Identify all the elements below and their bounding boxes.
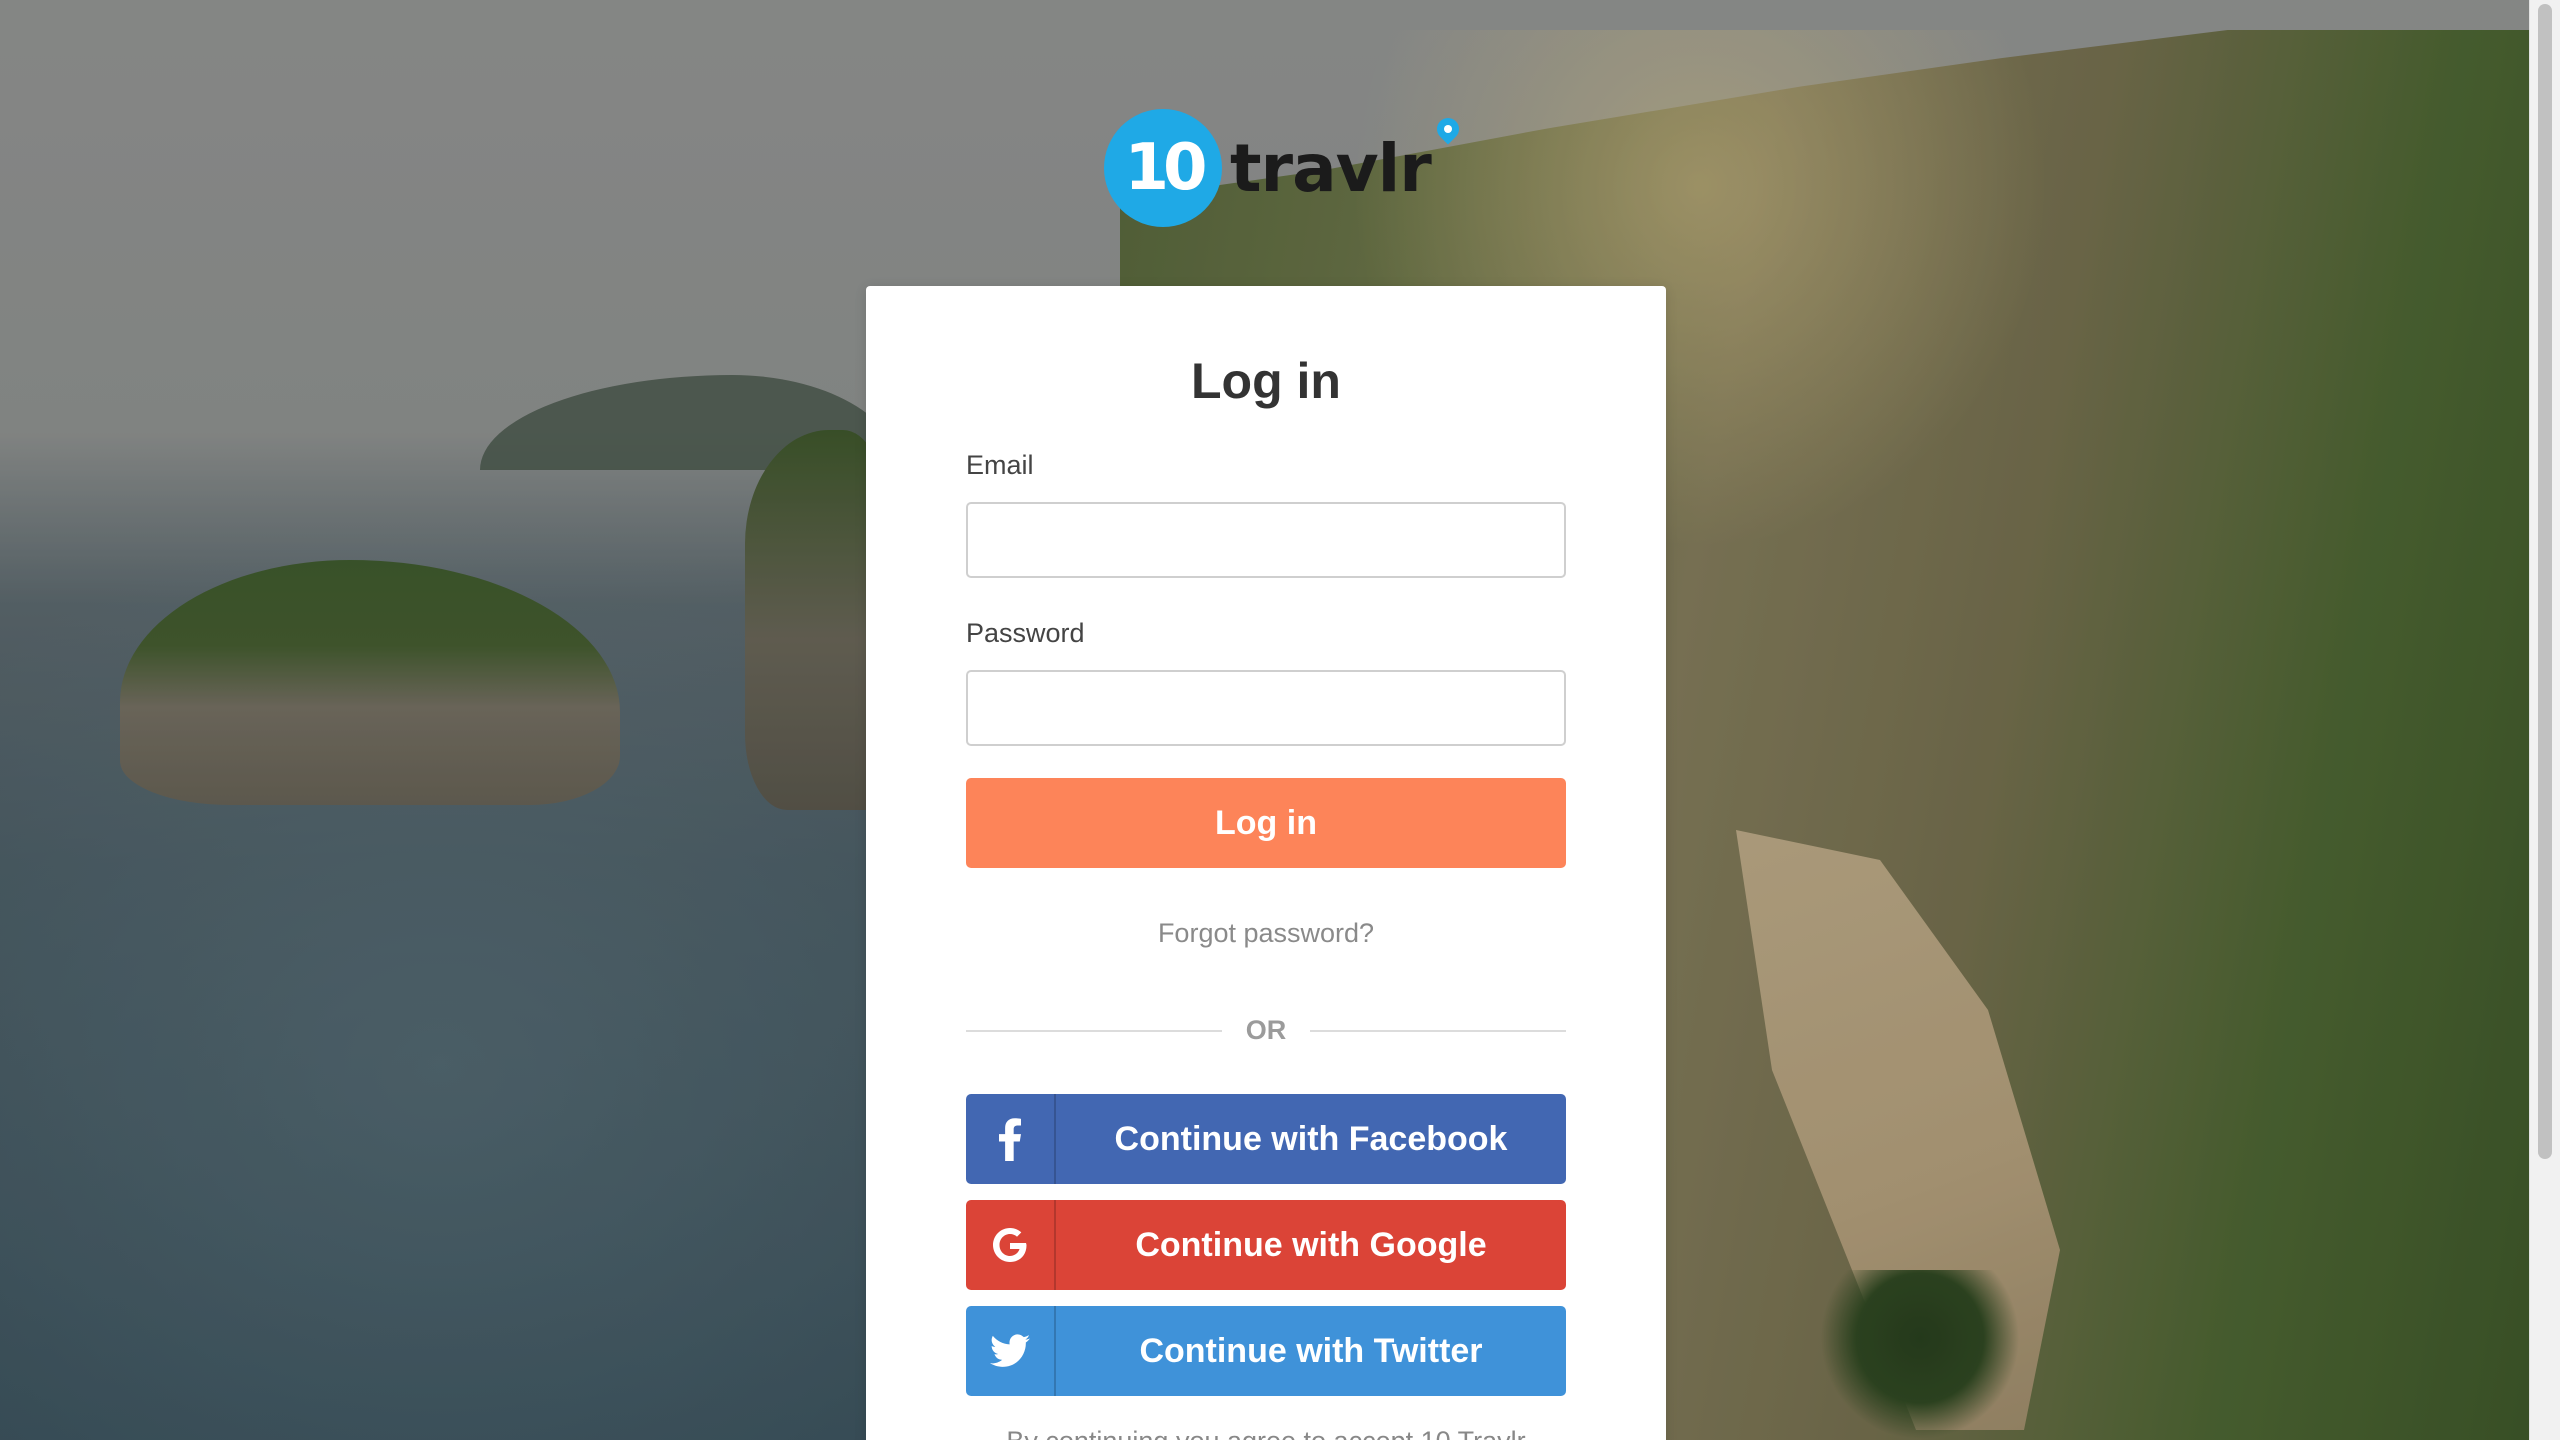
facebook-button-label: Continue with Facebook	[1114, 1119, 1508, 1158]
forgot-password-link[interactable]: Forgot password?	[966, 918, 1566, 949]
or-divider: OR	[966, 1010, 1566, 1050]
scrollbar-thumb[interactable]	[2538, 4, 2552, 1159]
page-scrollbar[interactable]	[2529, 0, 2560, 1440]
password-field[interactable]	[966, 670, 1566, 746]
terms-text: By continuing you agree to accept 10 Tra…	[966, 1426, 1566, 1440]
email-label: Email	[966, 450, 1034, 480]
logo-wordmark: travlr	[1230, 112, 1464, 207]
google-login-button[interactable]: Continue with Google	[966, 1200, 1566, 1290]
password-label: Password	[966, 618, 1085, 648]
twitter-login-button[interactable]: Continue with Twitter	[966, 1306, 1566, 1396]
login-button[interactable]: Log in	[966, 778, 1566, 868]
logo-word-text: travlr	[1230, 129, 1432, 207]
divider-line-right	[1310, 1030, 1566, 1032]
twitter-button-label: Continue with Twitter	[1139, 1331, 1483, 1370]
google-button-label: Continue with Google	[1135, 1225, 1487, 1264]
facebook-icon	[966, 1094, 1056, 1184]
twitter-icon	[966, 1306, 1056, 1396]
facebook-login-button[interactable]: Continue with Facebook	[966, 1094, 1566, 1184]
google-icon	[966, 1200, 1056, 1290]
logo-badge: 10	[1104, 109, 1222, 227]
login-page: 10 travlr Log in Email Password Log in F…	[0, 0, 2560, 1440]
travlr-logo[interactable]: 10 travlr	[1104, 108, 1464, 228]
page-title: Log in	[1191, 353, 1341, 409]
login-card: Log in Email Password Log in Forgot pass…	[866, 286, 1666, 1440]
email-field[interactable]	[966, 502, 1566, 578]
